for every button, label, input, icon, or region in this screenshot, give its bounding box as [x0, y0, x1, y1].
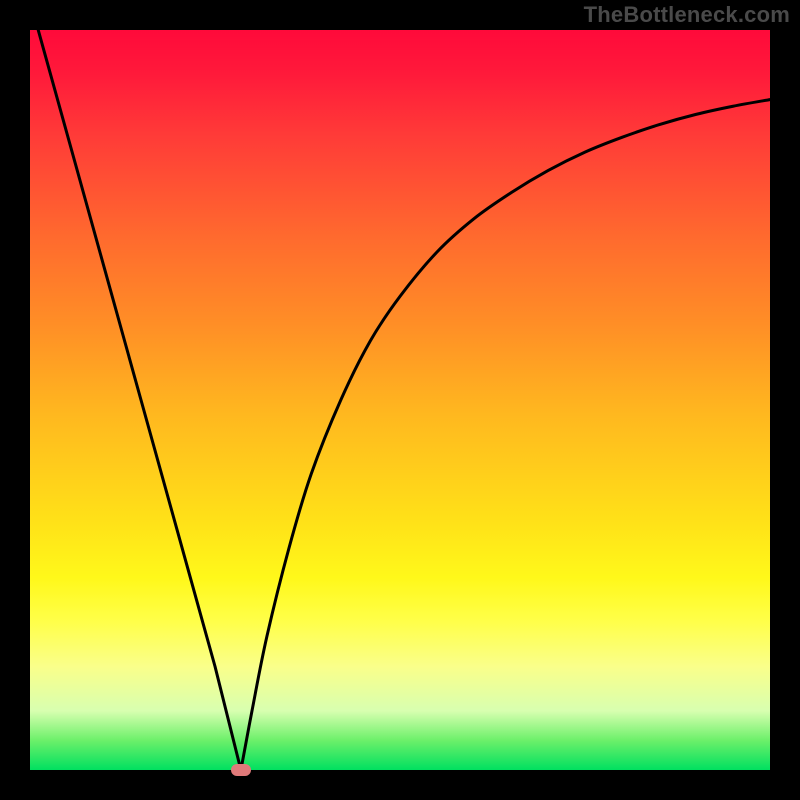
plot-area [30, 30, 770, 770]
chart-frame: TheBottleneck.com [0, 0, 800, 800]
bottleneck-curve [30, 30, 770, 770]
minimum-marker [231, 764, 251, 776]
watermark-text: TheBottleneck.com [584, 2, 790, 28]
